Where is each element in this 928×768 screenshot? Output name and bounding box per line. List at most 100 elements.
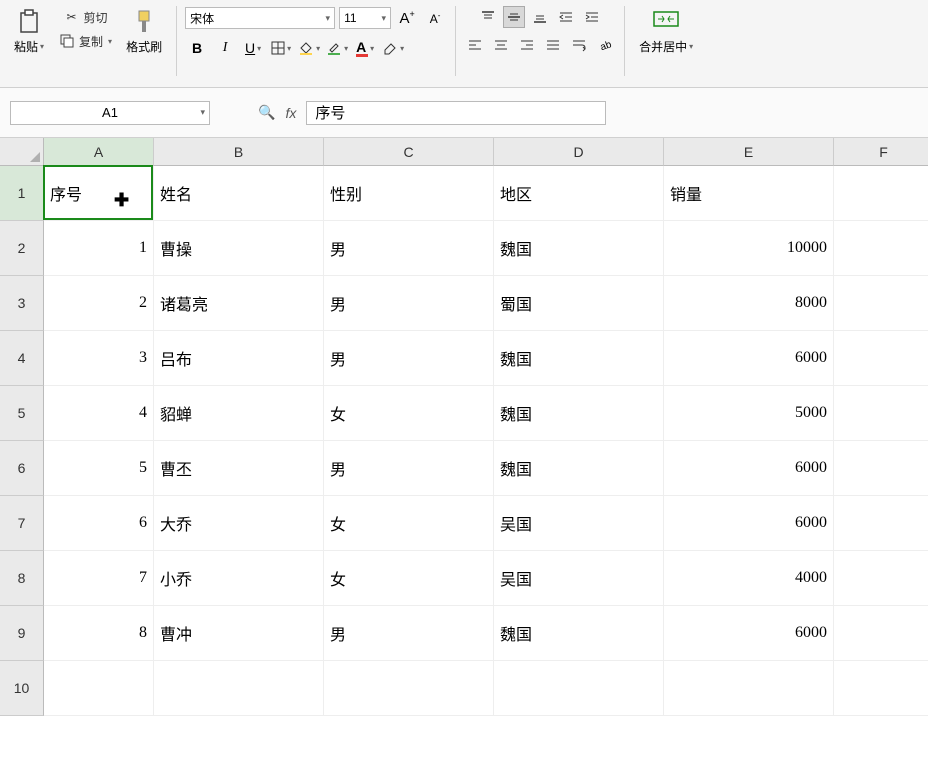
row-header[interactable]: 3 [0, 276, 44, 331]
cell[interactable]: 曹操 [154, 221, 324, 276]
font-name-select[interactable]: 宋体 ▾ [185, 7, 335, 29]
cell[interactable]: 诸葛亮 [154, 276, 324, 331]
cell[interactable] [834, 166, 928, 221]
select-all-corner[interactable] [0, 138, 44, 166]
cell[interactable]: 女 [324, 551, 494, 606]
cell[interactable]: 吕布 [154, 331, 324, 386]
underline-button[interactable]: U▾ [241, 36, 265, 60]
cell[interactable]: 貂蝉 [154, 386, 324, 441]
cell[interactable]: 小乔 [154, 551, 324, 606]
column-header[interactable]: D [494, 138, 664, 166]
zoom-icon[interactable]: 🔍 [258, 104, 275, 121]
cell[interactable] [324, 661, 494, 716]
name-box[interactable]: A1 ▾ [10, 101, 210, 125]
cell[interactable]: 魏国 [494, 606, 664, 661]
row-header[interactable]: 6 [0, 441, 44, 496]
cell[interactable]: 6 [44, 496, 154, 551]
cell[interactable]: 性别 [324, 166, 494, 221]
cell[interactable]: 8 [44, 606, 154, 661]
cell[interactable]: 男 [324, 441, 494, 496]
cell[interactable]: 男 [324, 221, 494, 276]
cell[interactable] [834, 331, 928, 386]
wrap-text-button[interactable] [568, 34, 590, 56]
cell[interactable]: 魏国 [494, 221, 664, 276]
align-center-button[interactable] [490, 34, 512, 56]
column-header[interactable]: B [154, 138, 324, 166]
orientation-button[interactable]: ab [594, 34, 616, 56]
highlight-button[interactable]: ▾ [325, 36, 349, 60]
align-middle-button[interactable] [503, 6, 525, 28]
cell[interactable]: 姓名 [154, 166, 324, 221]
cell[interactable]: 蜀国 [494, 276, 664, 331]
row-header[interactable]: 5 [0, 386, 44, 441]
cell[interactable] [834, 496, 928, 551]
font-size-select[interactable]: 11 ▾ [339, 7, 391, 29]
cell[interactable]: 5 [44, 441, 154, 496]
cell[interactable]: 魏国 [494, 331, 664, 386]
cell[interactable]: 6000 [664, 606, 834, 661]
eraser-button[interactable]: ▾ [381, 36, 405, 60]
cell[interactable]: 10000 [664, 221, 834, 276]
cell[interactable] [664, 661, 834, 716]
cell[interactable] [834, 661, 928, 716]
cell[interactable]: 魏国 [494, 441, 664, 496]
indent-decrease-button[interactable] [555, 6, 577, 28]
cell[interactable]: 6000 [664, 331, 834, 386]
format-painter-button[interactable]: 格式刷 [120, 6, 168, 57]
font-color-button[interactable]: A▾ [353, 36, 377, 60]
align-top-button[interactable] [477, 6, 499, 28]
align-bottom-button[interactable] [529, 6, 551, 28]
cell[interactable]: 4 [44, 386, 154, 441]
cell[interactable]: 2 [44, 276, 154, 331]
cell[interactable]: 吴国 [494, 551, 664, 606]
border-button[interactable]: ▾ [269, 36, 293, 60]
cell[interactable] [834, 386, 928, 441]
cell[interactable] [834, 276, 928, 331]
align-left-button[interactable] [464, 34, 486, 56]
cell[interactable]: 曹丕 [154, 441, 324, 496]
formula-input[interactable]: 序号 [306, 101, 606, 125]
cell[interactable]: 曹冲 [154, 606, 324, 661]
column-header[interactable]: C [324, 138, 494, 166]
cell[interactable]: 6000 [664, 496, 834, 551]
cell[interactable] [834, 606, 928, 661]
increase-font-button[interactable]: A+ [395, 6, 419, 30]
cut-button[interactable]: ✂ 剪切 [59, 6, 112, 28]
cell[interactable]: 8000 [664, 276, 834, 331]
decrease-font-button[interactable]: A- [423, 6, 447, 30]
cell[interactable]: 吴国 [494, 496, 664, 551]
row-header[interactable]: 8 [0, 551, 44, 606]
cell[interactable]: 1 [44, 221, 154, 276]
merge-center-button[interactable]: 合并居中▾ [633, 6, 699, 57]
align-justify-button[interactable] [542, 34, 564, 56]
cell[interactable]: 魏国 [494, 386, 664, 441]
cell[interactable]: 男 [324, 331, 494, 386]
cell[interactable]: 7 [44, 551, 154, 606]
cell[interactable]: 地区 [494, 166, 664, 221]
fx-icon[interactable]: fx [285, 105, 296, 121]
cell[interactable] [834, 221, 928, 276]
cell[interactable] [44, 661, 154, 716]
row-header[interactable]: 10 [0, 661, 44, 716]
row-header[interactable]: 9 [0, 606, 44, 661]
cell[interactable]: 3 [44, 331, 154, 386]
bold-button[interactable]: B [185, 36, 209, 60]
row-header[interactable]: 4 [0, 331, 44, 386]
cell[interactable]: 男 [324, 276, 494, 331]
cell[interactable]: 女 [324, 496, 494, 551]
cell[interactable]: 序号 [44, 166, 154, 221]
row-header[interactable]: 2 [0, 221, 44, 276]
cell[interactable] [834, 441, 928, 496]
row-header[interactable]: 1 [0, 166, 44, 221]
cell[interactable] [834, 551, 928, 606]
cell[interactable] [494, 661, 664, 716]
cell[interactable]: 女 [324, 386, 494, 441]
cell[interactable]: 大乔 [154, 496, 324, 551]
column-header[interactable]: A [44, 138, 154, 166]
copy-button[interactable]: 复制 ▾ [54, 30, 116, 52]
column-header[interactable]: F [834, 138, 928, 166]
row-header[interactable]: 7 [0, 496, 44, 551]
column-header[interactable]: E [664, 138, 834, 166]
cell[interactable]: 6000 [664, 441, 834, 496]
cell[interactable]: 销量 [664, 166, 834, 221]
